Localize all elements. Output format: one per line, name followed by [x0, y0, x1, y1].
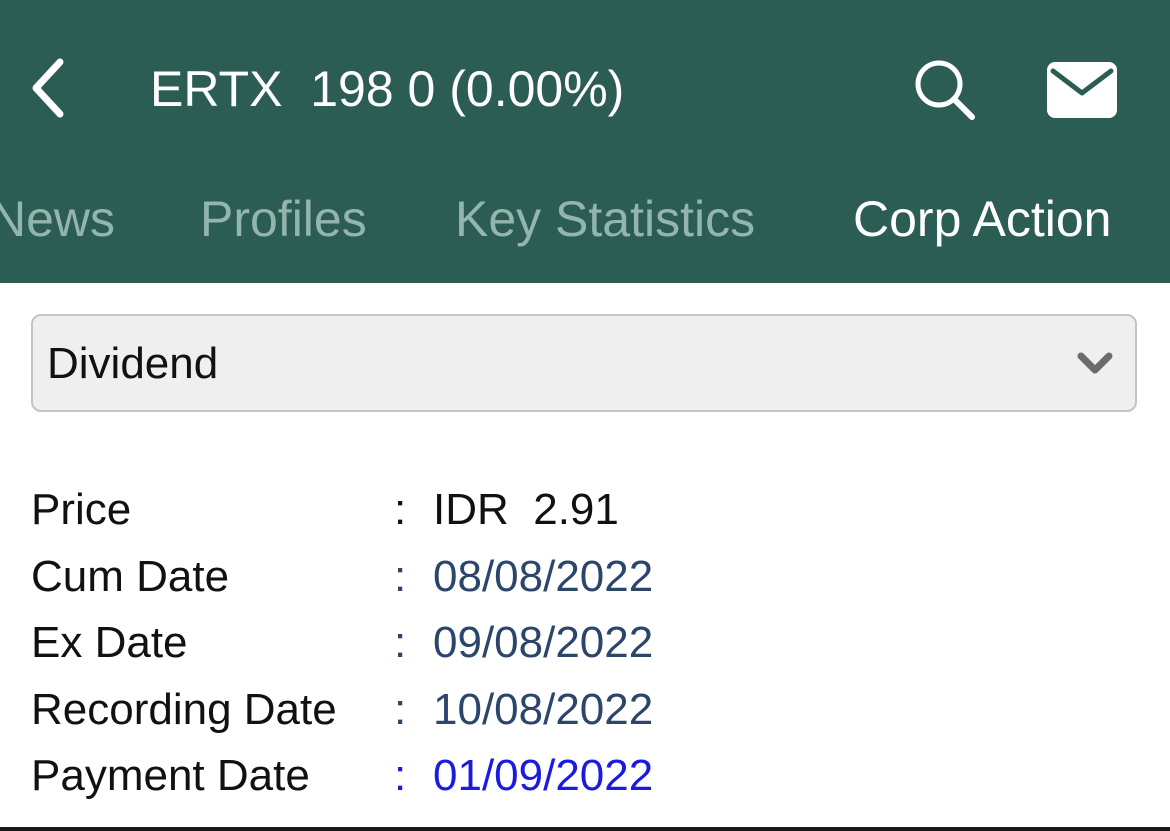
dividend-details: Price : IDR 2.91 Cum Date : 08/08/2022 E…: [31, 477, 1131, 810]
chevron-left-icon: [32, 58, 64, 118]
chevron-down-icon: [1077, 352, 1113, 374]
corp-action-type-select[interactable]: Dividend: [31, 314, 1137, 412]
detail-row-payment-date: Payment Date : 01/09/2022: [31, 743, 1131, 810]
tab-profiles[interactable]: Profiles: [200, 186, 367, 252]
tab-bar: News Profiles Key Statistics Corp Action: [0, 176, 1170, 266]
detail-label: Cum Date: [31, 551, 230, 601]
page-title: ERTX 198 0 (0.00%): [150, 61, 625, 117]
detail-separator: :: [394, 684, 407, 734]
search-button[interactable]: [906, 52, 984, 128]
detail-separator: :: [394, 485, 407, 534]
mail-button[interactable]: [1040, 52, 1124, 128]
search-icon: [915, 60, 975, 120]
detail-row-ex-date: Ex Date : 09/08/2022: [31, 610, 1131, 677]
detail-label: Ex Date: [31, 618, 188, 667]
detail-label: Payment Date: [31, 751, 310, 800]
detail-separator: :: [394, 751, 407, 800]
detail-value-cum-date: 08/08/2022: [433, 551, 654, 601]
detail-row-price: Price : IDR 2.91: [31, 477, 1131, 544]
detail-label: Price: [31, 485, 132, 534]
detail-value-ex-date: 09/08/2022: [433, 618, 654, 667]
detail-label: Recording Date: [31, 684, 337, 734]
bottom-divider: [0, 827, 1170, 831]
detail-separator: :: [394, 618, 407, 667]
detail-value-price: IDR 2.91: [433, 485, 619, 534]
back-button[interactable]: [18, 52, 78, 124]
mail-icon: [1047, 62, 1117, 118]
detail-row-cum-date: Cum Date : 08/08/2022: [31, 544, 1131, 611]
app-header: ERTX 198 0 (0.00%) News Profiles Key Sta…: [0, 0, 1170, 283]
tab-news[interactable]: News: [0, 186, 115, 252]
detail-row-recording-date: Recording Date : 10/08/2022: [31, 677, 1131, 744]
select-value: Dividend: [47, 339, 219, 388]
detail-value-recording-date: 10/08/2022: [433, 684, 654, 734]
detail-value-payment-date: 01/09/2022: [433, 751, 654, 800]
tab-corp-action[interactable]: Corp Action: [853, 186, 1111, 252]
detail-separator: :: [394, 551, 407, 601]
tab-key-statistics[interactable]: Key Statistics: [455, 186, 755, 252]
